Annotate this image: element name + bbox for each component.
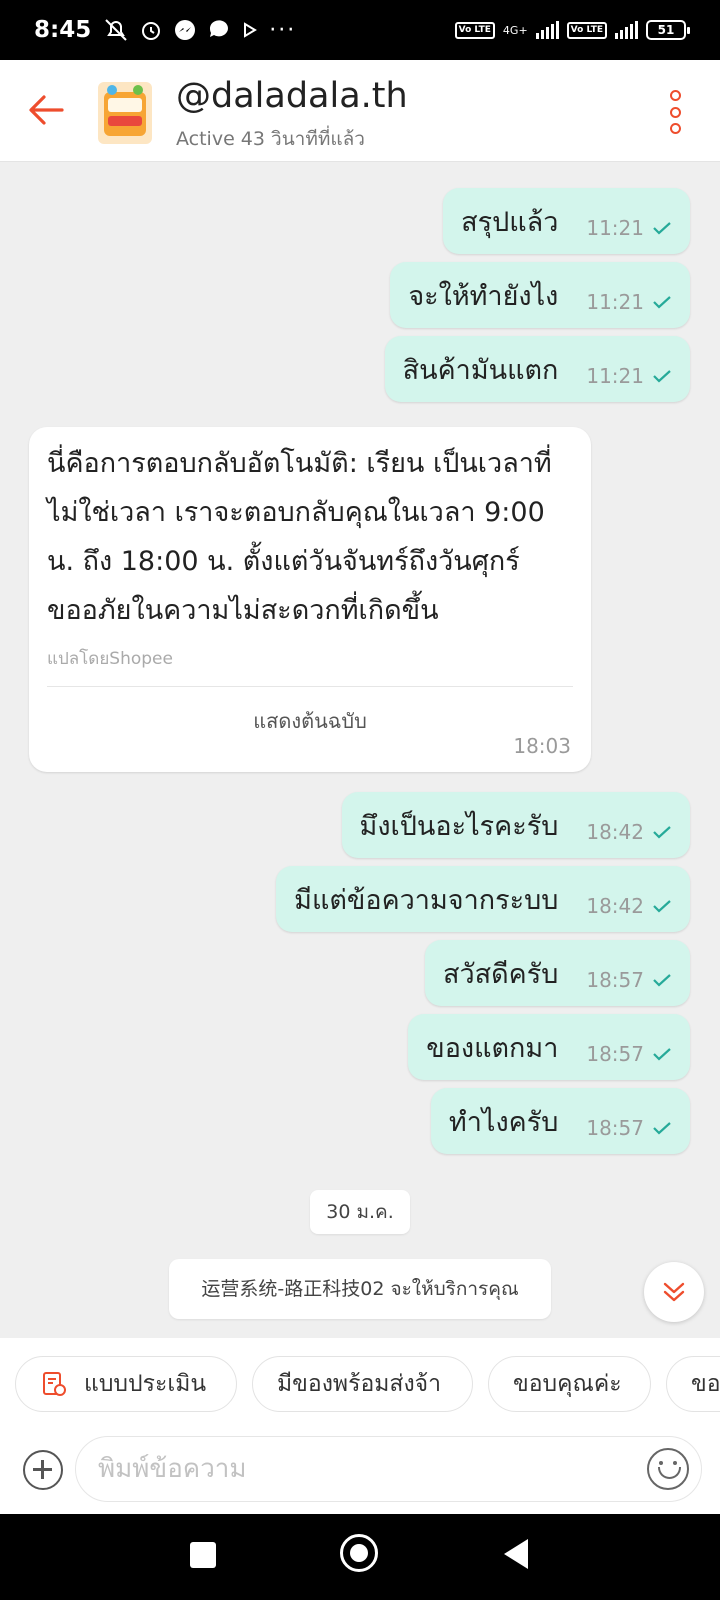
auto-reply-message[interactable]: นี่คือการตอบกลับอัตโนมัติ: เรียน เป็นเวล… xyxy=(29,427,591,772)
signal-icon xyxy=(535,21,559,39)
volte-icon-2: Vo LTE xyxy=(566,21,607,39)
message-time: 18:57 xyxy=(586,1116,644,1140)
message-time: 18:42 xyxy=(586,894,644,918)
show-original-button[interactable]: แสดงต้นฉบับ xyxy=(47,705,573,737)
auto-reply-text: นี่คือการตอบกลับอัตโนมัติ: เรียน เป็นเวล… xyxy=(47,439,573,635)
message-bubble[interactable]: จะให้ทำยังไง 11:21 xyxy=(390,262,690,328)
message-text: สรุปแล้ว xyxy=(461,206,559,238)
message-time: 11:21 xyxy=(586,290,644,314)
message-text: จะให้ทำยังไง xyxy=(408,280,559,312)
battery-icon: 51 xyxy=(646,20,690,40)
divider xyxy=(47,686,573,687)
network-type: 4G+ xyxy=(502,23,528,37)
message-input-bar xyxy=(0,1436,720,1514)
shop-avatar[interactable] xyxy=(98,82,152,144)
message-bubble[interactable]: สินค้ามันแตก 11:21 xyxy=(384,336,690,402)
message-bubble[interactable]: สรุปแล้ว 11:21 xyxy=(443,188,690,254)
sent-check-icon xyxy=(653,1048,671,1061)
chat-icon xyxy=(210,20,229,37)
sent-check-icon xyxy=(653,370,671,383)
message-text: มีแต่ข้อความจากระบบ xyxy=(294,884,559,916)
status-system-icons: Vo LTE 4G+ Vo LTE 51 xyxy=(454,20,690,40)
messenger-icon xyxy=(175,20,196,40)
alarm-icon xyxy=(142,22,161,40)
message-bubble[interactable]: มึงเป็นอะไรคะรับ 18:42 xyxy=(341,792,690,858)
status-bar: 8:45 ··· Vo LTE 4G+ Vo LTE 51 xyxy=(0,0,720,60)
double-chevron-down-icon xyxy=(663,1282,685,1302)
recent-apps-icon[interactable] xyxy=(190,1542,216,1568)
status-time: 8:45 xyxy=(34,17,92,43)
quick-reply-label: ขอ xyxy=(691,1371,720,1397)
quick-reply-label: แบบประเมิน xyxy=(84,1371,207,1397)
message-text: สินค้ามันแตก xyxy=(402,354,559,386)
scroll-to-bottom-button[interactable] xyxy=(644,1262,704,1322)
rating-form-icon xyxy=(43,1372,66,1396)
message-time: 18:03 xyxy=(513,734,571,758)
message-time: 11:21 xyxy=(586,364,644,388)
sent-check-icon xyxy=(653,222,671,235)
quick-reply-chip[interactable]: มีของพร้อมส่งจ้า xyxy=(252,1356,473,1412)
play-icon xyxy=(244,22,258,38)
back-arrow-icon[interactable] xyxy=(24,88,68,132)
message-bubble[interactable]: ของแตกมา 18:57 xyxy=(408,1014,690,1080)
auto-reply-line: น. ถึง 18:00 น. ตั้งแต่วันจันทร์ถึงวันศุ… xyxy=(47,546,520,577)
system-notice: 运营系统-路正科技02 จะให้บริการคุณ xyxy=(169,1259,551,1319)
signal-icon-2 xyxy=(615,21,638,39)
system-navigation-bar xyxy=(0,1514,720,1600)
message-text: ทำไงครับ xyxy=(448,1106,559,1138)
quick-reply-chip[interactable]: ขอบคุณค่ะ xyxy=(488,1356,651,1412)
sent-check-icon xyxy=(653,296,671,309)
home-icon[interactable] xyxy=(340,1534,378,1572)
sent-check-icon xyxy=(653,826,671,839)
auto-reply-line: นี่คือการตอบกลับอัตโนมัติ: เรียน เป็นเวล… xyxy=(47,448,552,479)
store-logo-icon xyxy=(104,85,146,136)
message-input[interactable] xyxy=(75,1436,702,1502)
message-bubble[interactable]: สวัสดีครับ 18:57 xyxy=(425,940,690,1006)
auto-reply-line: ขออภัยในความไม่สะดวกที่เกิดขึ้น xyxy=(47,595,439,626)
add-attachment-icon[interactable] xyxy=(23,1450,63,1490)
quick-reply-chip[interactable]: แบบประเมิน xyxy=(15,1356,237,1412)
mute-icon xyxy=(105,19,127,41)
sent-check-icon xyxy=(653,1122,671,1135)
date-separator: 30 ม.ค. xyxy=(310,1190,410,1234)
auto-reply-line: ไม่ใช่เวลา เราจะตอบกลับคุณในเวลา 9:00 xyxy=(47,497,545,528)
message-time: 18:42 xyxy=(586,820,644,844)
status-notification-icons: ··· xyxy=(103,18,296,43)
emoji-icon[interactable] xyxy=(647,1448,689,1490)
more-notifications-icon: ··· xyxy=(269,17,297,43)
shop-name: @daladala.th xyxy=(176,76,408,116)
message-text: มึงเป็นอะไรคะรับ xyxy=(359,810,559,842)
message-time: 18:57 xyxy=(586,1042,644,1066)
message-bubble[interactable]: ทำไงครับ 18:57 xyxy=(430,1088,690,1154)
volte-icon: Vo LTE xyxy=(454,21,495,39)
active-status: Active 43 วินาทีที่แล้ว xyxy=(176,128,365,150)
message-text: สวัสดีครับ xyxy=(443,958,559,990)
quick-replies-bar: แบบประเมิน มีของพร้อมส่งจ้า ขอบคุณค่ะ ขอ xyxy=(0,1338,720,1436)
quick-reply-chip[interactable]: ขอ xyxy=(666,1356,720,1412)
back-icon[interactable] xyxy=(504,1539,528,1569)
sent-check-icon xyxy=(653,900,671,913)
message-bubble[interactable]: มีแต่ข้อความจากระบบ 18:42 xyxy=(276,866,690,932)
message-time: 11:21 xyxy=(586,216,644,240)
quick-reply-label: มีของพร้อมส่งจ้า xyxy=(277,1371,442,1397)
sent-check-icon xyxy=(653,974,671,987)
message-text: ของแตกมา xyxy=(426,1032,559,1064)
message-time: 18:57 xyxy=(586,968,644,992)
chat-header: @daladala.th Active 43 วินาทีที่แล้ว xyxy=(0,60,720,162)
more-options-icon[interactable] xyxy=(668,90,682,134)
translated-by-label: แปลโดยShopee xyxy=(47,649,173,669)
quick-reply-label: ขอบคุณค่ะ xyxy=(513,1371,622,1397)
